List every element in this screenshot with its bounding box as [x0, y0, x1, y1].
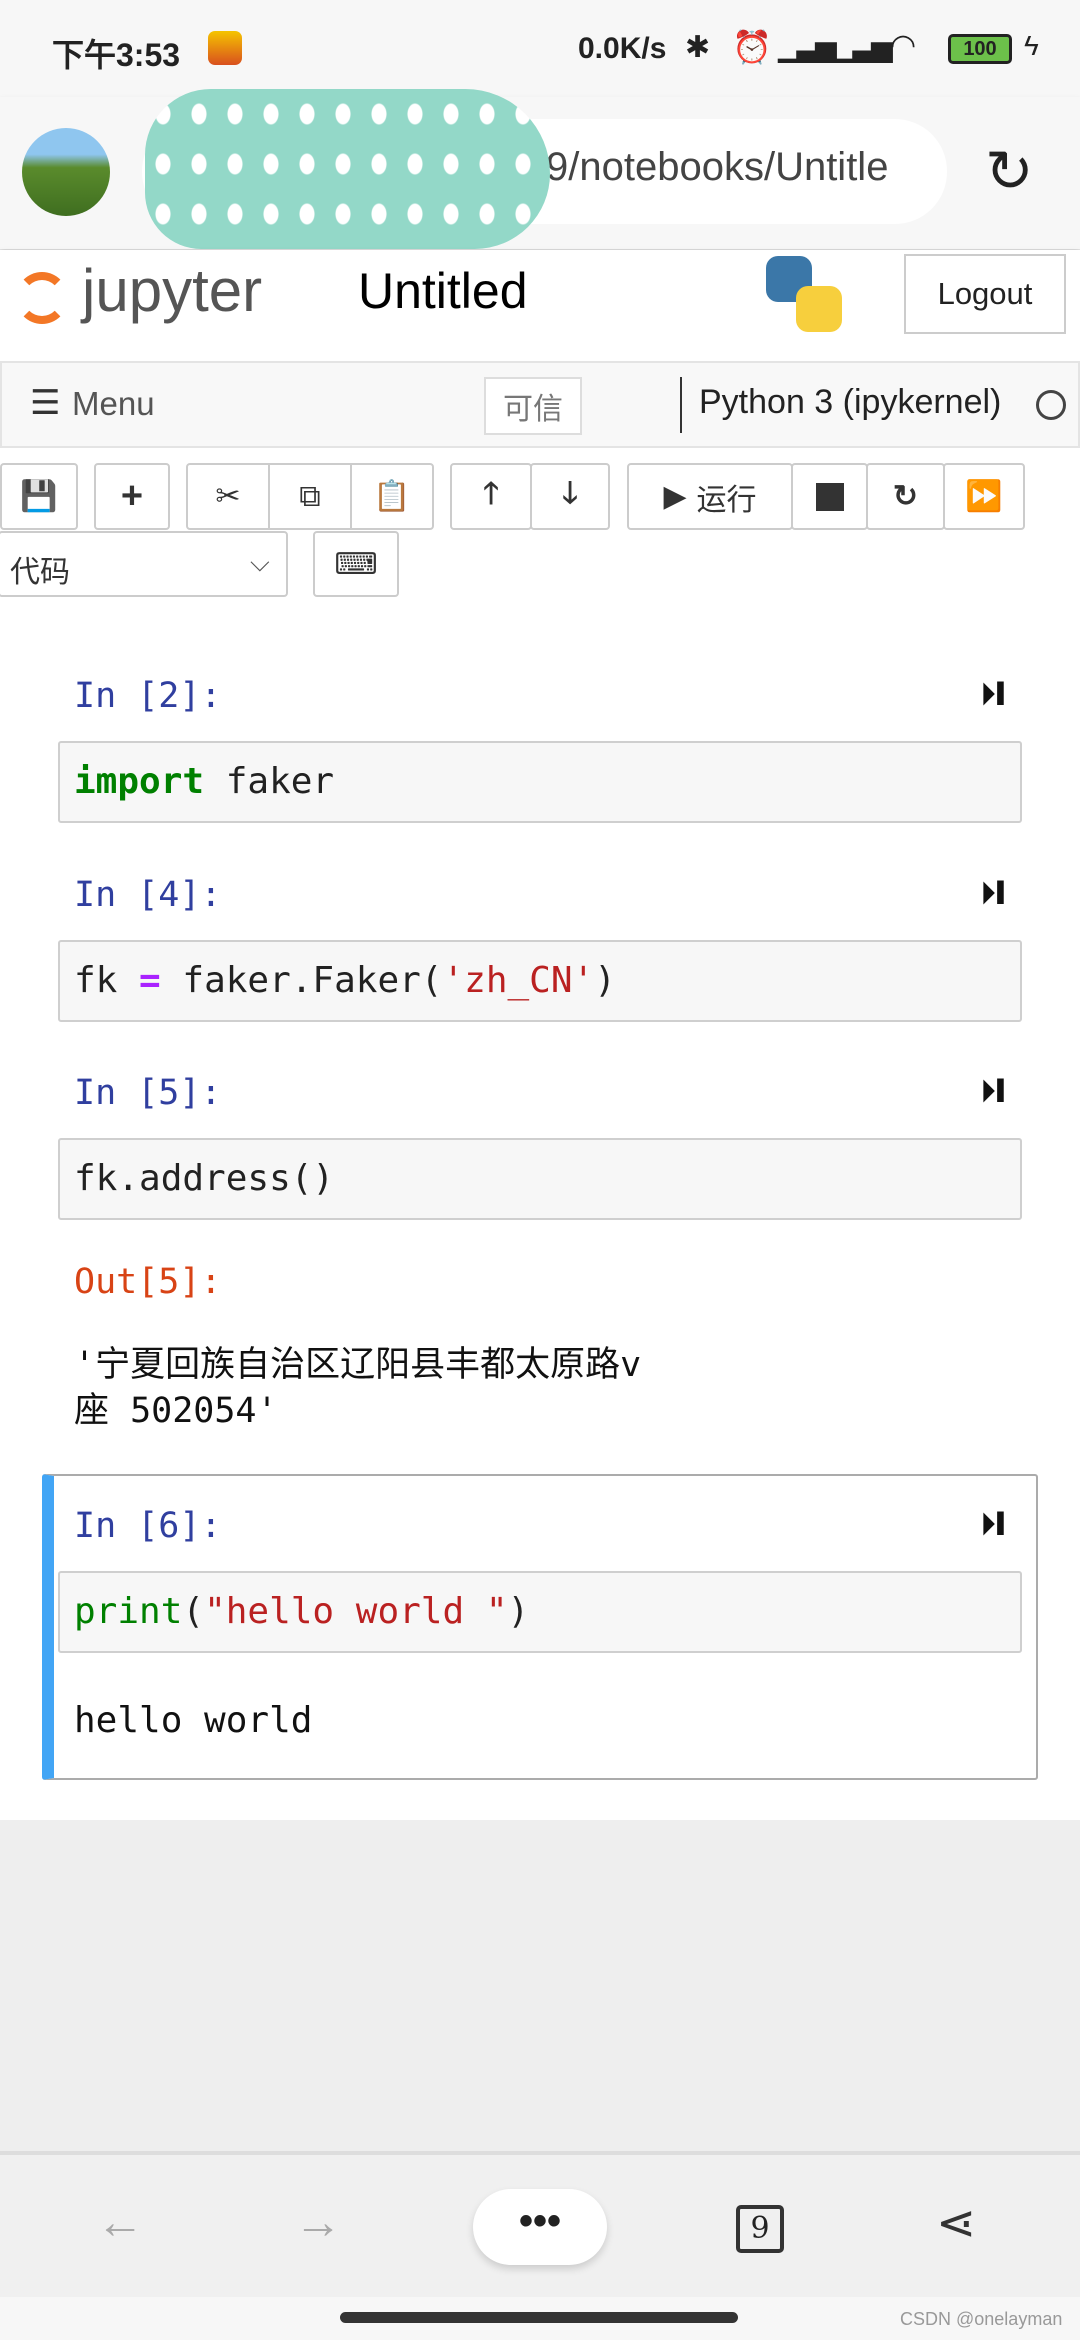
jupyter-wordmark[interactable]: jupyter [82, 256, 262, 325]
browser-bar: 9/notebooks/Untitle ↻ [0, 89, 1080, 249]
output-text: '宁夏回族自治区辽阳县丰都太原路v 座 502054' [74, 1342, 641, 1434]
code-token: 'zh_CN' [442, 960, 595, 1001]
redaction-blob [145, 89, 550, 249]
run-cell-icon[interactable]: ⏵❙ [980, 1506, 1005, 1544]
restart-run-all-button[interactable]: ⏩ [943, 463, 1025, 530]
move-down-button[interactable]: 🡓 [530, 463, 610, 530]
code-token: ) [594, 960, 616, 1001]
code-token: fk.address() [74, 1158, 335, 1199]
copy-button[interactable]: ⧉ [268, 463, 352, 530]
code-token: "hello world " [204, 1591, 508, 1632]
cell-type-select[interactable]: 代码 ⌵ [0, 531, 288, 597]
logout-button[interactable]: Logout [904, 254, 1066, 334]
wifi-icon: ◠ [890, 29, 917, 62]
interrupt-button[interactable] [791, 463, 868, 530]
charging-icon: ϟ [1024, 30, 1039, 61]
jupyter-logo-icon[interactable] [12, 262, 70, 330]
output-line: 座 502054' [74, 1391, 278, 1431]
restart-button[interactable]: ↻ [866, 463, 945, 530]
output-line: '宁夏回族自治区辽阳县丰都太原路v [74, 1345, 642, 1385]
run-cell-icon[interactable]: ⏵❙ [980, 875, 1005, 913]
alarm-icon: ⏰ [732, 29, 772, 65]
notebook-title[interactable]: Untitled [358, 262, 528, 320]
home-indicator[interactable] [340, 2312, 738, 2323]
signal-icon: ▁▃▅ [778, 31, 837, 62]
gesture-area: CSDN @onelayman [0, 2297, 1080, 2340]
kernel-name[interactable]: Python 3 (ipykernel) [699, 383, 1001, 422]
kernel-idle-icon [1036, 390, 1066, 420]
cell-prompt: In [4]: [74, 875, 222, 915]
status-bar: 下午3:53 0.0K/s ✱ ⏰ ▁▃▅ ▁▃▅ ◠ 100 ϟ [0, 0, 1080, 97]
code-token: fk [74, 960, 140, 1001]
net-speed: 0.0K/s [578, 32, 667, 65]
share-icon[interactable]: ⋖ [936, 2195, 976, 2251]
reload-icon[interactable]: ↻ [985, 137, 1034, 205]
bluetooth-icon: ✱ [685, 31, 711, 64]
cell-prompt: In [2]: [74, 676, 222, 716]
code-token: print [74, 1591, 183, 1632]
code-token: faker [204, 761, 335, 802]
menu-bar: ☰ Menu 可信 Python 3 (ipykernel) [0, 361, 1080, 448]
menu-button[interactable]: Menu [72, 385, 155, 423]
code-token: import [74, 761, 205, 802]
code-token: ) [507, 1591, 530, 1632]
avatar[interactable] [22, 128, 110, 216]
stdout-text: hello world [74, 1700, 313, 1741]
cell-type-value: 代码 [10, 556, 70, 589]
divider [680, 377, 682, 433]
watermark: CSDN @onelayman [900, 2309, 1063, 2329]
code-token: = [139, 960, 161, 1001]
forward-icon[interactable]: → [294, 2195, 342, 2250]
run-cell-icon[interactable]: ⏵❙ [980, 1073, 1005, 1111]
more-button[interactable]: ••• [473, 2189, 607, 2265]
insert-cell-button[interactable]: + [94, 463, 170, 530]
cut-button[interactable]: ✂ [186, 463, 270, 530]
play-icon: ▶ [663, 480, 687, 513]
run-button[interactable]: ▶ 运行 [627, 463, 793, 530]
url-text: 9/notebooks/Untitle [546, 145, 889, 189]
cell-prompt: In [5]: [74, 1073, 222, 1113]
back-icon[interactable]: ← [96, 2195, 144, 2250]
command-palette-button[interactable]: ⌨ [313, 531, 399, 597]
code-input[interactable]: fk = faker.Faker('zh_CN') [58, 940, 1022, 1022]
run-cell-icon[interactable]: ⏵❙ [980, 676, 1005, 714]
code-input[interactable]: print("hello world ") [58, 1571, 1022, 1653]
status-time: 下午3:53 [52, 37, 181, 73]
battery-icon: 100 [948, 34, 1012, 64]
sohu-icon [208, 31, 242, 65]
output-prompt: Out[5]: [74, 1262, 222, 1302]
code-token: faker.Faker( [160, 960, 443, 1001]
chevron-down-icon: ⌵ [250, 547, 270, 577]
stop-icon [815, 482, 844, 511]
move-up-button[interactable]: 🡑 [450, 463, 532, 530]
save-button[interactable]: 💾 [0, 463, 78, 530]
trusted-indicator[interactable]: 可信 [484, 377, 582, 435]
signal-icon-2: ▁▃▅ [834, 31, 893, 62]
hamburger-icon[interactable]: ☰ [30, 383, 60, 423]
code-token: ( [182, 1591, 205, 1632]
paste-button[interactable]: 📋 [350, 463, 434, 530]
python-logo-icon [766, 256, 842, 332]
code-input[interactable]: fk.address() [58, 1138, 1022, 1220]
tabs-button[interactable]: 9 [736, 2205, 784, 2253]
code-input[interactable]: import faker [58, 741, 1022, 823]
bottom-nav: ← → ••• 9 ⋖ [0, 2151, 1080, 2297]
cell-prompt: In [6]: [74, 1506, 222, 1546]
run-label: 运行 [696, 483, 757, 517]
